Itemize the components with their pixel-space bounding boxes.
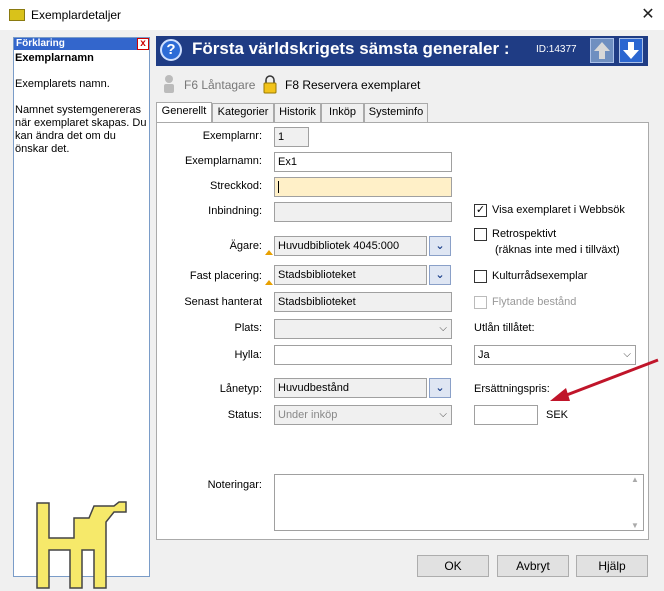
status-dropdown[interactable]: Under inköp ⌵: [274, 405, 452, 425]
ok-button[interactable]: OK: [417, 555, 489, 577]
ersattning-label: Ersättningspris:: [474, 383, 550, 395]
senast-hanterat-field[interactable]: Stadsbiblioteket: [274, 292, 452, 312]
retrospektivt-note: (räknas inte med i tillväxt): [495, 244, 620, 256]
help-text-1: Exemplarets namn.: [15, 78, 110, 90]
fast-placering-field[interactable]: Stadsbiblioteket: [274, 265, 427, 285]
help-title: Exemplarnamn: [15, 52, 94, 64]
inbindning-field[interactable]: [274, 202, 452, 222]
lanetyp-picker-button[interactable]: ⌄: [429, 378, 451, 398]
inbindning-label: Inbindning:: [208, 205, 262, 217]
previous-button[interactable]: [590, 38, 614, 63]
webbsok-label: Visa exemplaret i Webbsök: [492, 204, 625, 216]
tab-inkop[interactable]: Inköp: [321, 103, 364, 122]
app-icon: [9, 9, 25, 21]
tab-generellt[interactable]: Generellt: [156, 102, 212, 122]
cancel-button[interactable]: Avbryt: [497, 555, 569, 577]
flytande-checkbox[interactable]: [474, 296, 487, 309]
close-icon[interactable]: ✕: [636, 3, 660, 27]
lock-icon: [263, 75, 277, 94]
required-marker: [265, 280, 273, 285]
currency-label: SEK: [546, 409, 569, 421]
exemplarnamn-label: Exemplarnamn:: [184, 155, 262, 167]
plats-label: Plats:: [234, 322, 262, 334]
kultur-label: Kulturrådsexemplar: [492, 270, 588, 282]
agare-field[interactable]: Huvudbibliotek 4045:000: [274, 236, 427, 256]
borrower-label: F6 Låntagare: [184, 78, 256, 92]
status-label: Status:: [227, 409, 262, 421]
lanetyp-field[interactable]: Huvudbestånd: [274, 378, 427, 398]
exemplarnr-field[interactable]: 1: [274, 127, 309, 147]
exemplarnr-label: Exemplarnr:: [202, 130, 262, 142]
required-marker: [265, 250, 273, 255]
agare-label: Ägare:: [229, 240, 262, 252]
noteringar-label: Noteringar:: [207, 479, 262, 491]
help-close-icon[interactable]: x: [137, 38, 149, 50]
utlan-label: Utlån tillåtet:: [474, 322, 535, 334]
senast-hanterat-label: Senast hanterat: [184, 296, 262, 308]
help-text-2: Namnet systemgenereras när exemplaret sk…: [15, 104, 147, 155]
header-banner: ? Första världskrigets sämsta generaler …: [156, 36, 648, 66]
streckkod-field[interactable]: [274, 177, 452, 197]
scroll-up-icon[interactable]: ▲: [627, 475, 643, 484]
exemplarnamn-field[interactable]: Ex1: [274, 152, 452, 172]
kultur-checkbox[interactable]: [474, 270, 487, 283]
arrow-up-icon: [594, 42, 610, 59]
chevron-down-icon: ⌵: [439, 323, 447, 334]
lanetyp-label: Lånetyp:: [219, 383, 262, 395]
library-logo-icon: [36, 501, 127, 589]
tab-historik[interactable]: Historik: [274, 103, 321, 122]
utlan-value: Ja: [478, 349, 490, 361]
help-panel-header: Förklaring: [14, 38, 149, 50]
noteringar-field[interactable]: ▲ ▼: [274, 474, 644, 531]
status-value: Under inköp: [278, 409, 338, 421]
help-icon[interactable]: ?: [160, 39, 182, 61]
retrospektivt-checkbox[interactable]: [474, 228, 487, 241]
window-title: Exemplardetaljer: [31, 8, 122, 22]
streckkod-label: Streckkod:: [210, 180, 262, 192]
next-button[interactable]: [619, 38, 643, 63]
arrow-down-icon: [623, 42, 639, 59]
noteringar-scrollbar[interactable]: ▲ ▼: [627, 475, 643, 530]
reserve-label: F8 Reservera exemplaret: [285, 78, 421, 92]
annotation-arrow-icon: [550, 358, 659, 401]
fast-placering-label: Fast placering:: [189, 270, 262, 282]
agare-picker-button[interactable]: ⌄: [429, 236, 451, 256]
webbsok-checkbox[interactable]: ✓: [474, 204, 487, 217]
help-button[interactable]: Hjälp: [576, 555, 648, 577]
general-tab-panel: Exemplarnr: 1 Exemplarnamn: Ex1 Streckko…: [156, 122, 649, 540]
help-panel: Förklaring x Exemplarnamn Exemplarets na…: [13, 37, 150, 589]
title-bar: Exemplardetaljer ✕: [0, 0, 664, 30]
tab-kategorier[interactable]: Kategorier: [212, 103, 274, 122]
hylla-label: Hylla:: [234, 349, 262, 361]
header-title: Första världskrigets sämsta generaler :: [192, 39, 510, 58]
retrospektivt-label: Retrospektivt: [492, 228, 557, 240]
scroll-down-icon[interactable]: ▼: [627, 521, 643, 530]
fast-placering-picker-button[interactable]: ⌄: [429, 265, 451, 285]
tab-systeminfo[interactable]: Systeminfo: [364, 103, 428, 122]
person-icon: [164, 75, 174, 93]
record-id: ID:14377: [536, 44, 577, 55]
text-cursor: [278, 181, 279, 194]
chevron-down-icon: ⌵: [439, 409, 447, 420]
hylla-field[interactable]: [274, 345, 452, 365]
flytande-label: Flytande bestånd: [492, 296, 577, 308]
ersattning-field[interactable]: [474, 405, 538, 425]
plats-dropdown[interactable]: ⌵: [274, 319, 452, 339]
